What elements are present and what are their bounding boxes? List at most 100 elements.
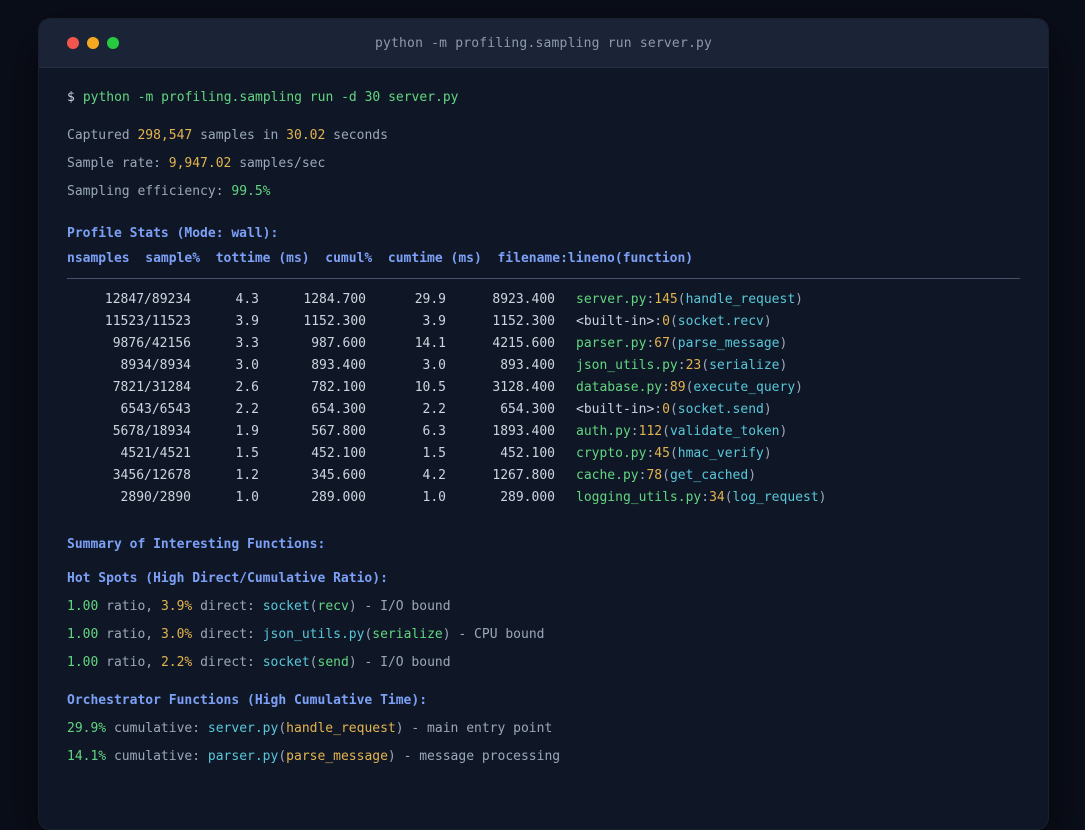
cell-cumtime: 452.100 [500, 446, 555, 461]
cell-tottime: 782.100 [311, 380, 366, 395]
cell-nsamples: 11523/11523 [104, 314, 191, 329]
shell-prompt: $ [67, 90, 75, 105]
function-name: socket.recv [677, 314, 764, 329]
cell-cumtime: 654.300 [500, 402, 555, 417]
line-number: 45 [654, 446, 670, 461]
command-line: $ python -m profiling.sampling run -d 30 … [67, 84, 1020, 112]
maximize-button[interactable] [107, 37, 119, 49]
function-name: hmac_verify [677, 446, 764, 461]
cell-tottime: 345.600 [311, 468, 366, 483]
function-name: parse_message [677, 336, 780, 351]
hot-spots-list: 1.00 ratio, 3.9% direct: socket(recv) - … [67, 593, 1020, 677]
cell-sample_pct: 1.9 [235, 424, 259, 439]
minimize-button[interactable] [87, 37, 99, 49]
cell-tottime: 1284.700 [303, 292, 366, 307]
hot-spots-heading: Hot Spots (High Direct/Cumulative Ratio)… [67, 571, 388, 586]
cell-cumtime: 4215.600 [492, 336, 555, 351]
cell-cumul_pct: 4.2 [422, 468, 446, 483]
cell-nsamples: 9876/42156 [112, 336, 191, 351]
cell-sample_pct: 3.3 [235, 336, 259, 351]
cell-cumul_pct: 3.9 [422, 314, 446, 329]
line-number: 23 [685, 358, 702, 373]
profile-table-row: 3456/12678 1.2 345.600 4.2 1267.800 cache.py:… [67, 465, 1020, 487]
cell-nsamples: 3456/12678 [112, 468, 191, 483]
line-number: 67 [654, 336, 670, 351]
hot-spot-line: 1.00 ratio, 3.9% direct: socket(recv) - … [67, 599, 451, 614]
filename: cache.py [576, 468, 639, 483]
profile-stats-heading: Profile Stats (Mode: wall): [67, 226, 279, 241]
cell-cumul_pct: 3.0 [422, 358, 446, 373]
profile-table-row: 8934/8934 3.0 893.400 3.0 893.400 json_utils.… [67, 355, 1020, 377]
function-name: get_cached [669, 468, 749, 483]
close-button[interactable] [67, 37, 79, 49]
cell-sample_pct: 2.2 [235, 402, 259, 417]
cell-cumtime: 1152.300 [492, 314, 555, 329]
table-columns-header: nsamples sample% tottime (ms) cumul% cum… [67, 251, 694, 266]
profile-table-row: 6543/6543 2.2 654.300 2.2 654.300 <built-in>:… [67, 399, 1020, 421]
profile-table-row: 2890/2890 1.0 289.000 1.0 289.000 logging_uti… [67, 487, 1020, 509]
titlebar[interactable]: python -m profiling.sampling run server.… [39, 19, 1048, 68]
function-name: socket.send [677, 402, 764, 417]
profile-table-row: 11523/11523 3.9 1152.300 3.9 1152.300 <built-… [67, 311, 1020, 333]
profile-table-row: 7821/31284 2.6 782.100 10.5 3128.400 database… [67, 377, 1020, 399]
cell-location: logging_utils.py:34(log_request) [576, 490, 827, 505]
orchestrator-line: 14.1% cumulative: parser.py(parse_messag… [67, 749, 561, 764]
orchestrator-line: 29.9% cumulative: server.py(handle_reque… [67, 721, 553, 736]
cell-sample_pct: 3.0 [235, 358, 259, 373]
profile-table-row: 4521/4521 1.5 452.100 1.5 452.100 crypto.py:4… [67, 443, 1020, 465]
command-text: python -m profiling.sampling run -d 30 s… [82, 90, 459, 105]
desktop-background: { "colors": { "background": "#0a0e19", "… [0, 0, 1085, 830]
filename: logging_utils.py [576, 490, 702, 505]
cell-cumtime: 289.000 [500, 490, 555, 505]
cell-nsamples: 4521/4521 [120, 446, 191, 461]
cell-location: server.py:145(handle_request) [576, 292, 803, 307]
filename: parser.py [576, 336, 647, 351]
cell-cumul_pct: 1.5 [422, 446, 446, 461]
orchestrators-heading: Orchestrator Functions (High Cumulative … [67, 693, 428, 708]
filename: auth.py [576, 424, 631, 439]
filename: server.py [576, 292, 647, 307]
terminal-window: python -m profiling.sampling run server.… [38, 18, 1049, 830]
cell-cumul_pct: 14.1 [414, 336, 446, 351]
function-name: serialize [709, 358, 780, 373]
filename: database.py [576, 380, 663, 395]
cell-location: parser.py:67(parse_message) [576, 336, 788, 351]
filename: <built-in> [576, 402, 655, 417]
cell-cumtime: 893.400 [500, 358, 555, 373]
profile-table-row: 9876/42156 3.3 987.600 14.1 4215.600 parser.p… [67, 333, 1020, 355]
line-number: 0 [662, 314, 670, 329]
cell-location: <built-in>:0(socket.send) [576, 402, 772, 417]
cell-location: crypto.py:45(hmac_verify) [576, 446, 772, 461]
cell-nsamples: 5678/18934 [112, 424, 191, 439]
profile-table-row: 5678/18934 1.9 567.800 6.3 1893.400 auth.py:1… [67, 421, 1020, 443]
cell-tottime: 1152.300 [303, 314, 366, 329]
capture-stats: Captured 298,547 samples in 30.02 second… [67, 122, 1020, 206]
cell-location: <built-in>:0(socket.recv) [576, 314, 772, 329]
cell-tottime: 567.800 [311, 424, 366, 439]
cell-sample_pct: 2.6 [235, 380, 259, 395]
line-number: 89 [669, 380, 686, 395]
line-number: 145 [654, 292, 678, 307]
function-name: validate_token [669, 424, 780, 439]
cell-nsamples: 8934/8934 [120, 358, 191, 373]
filename: <built-in> [576, 314, 655, 329]
hot-spot-line: 1.00 ratio, 2.2% direct: socket(send) - … [67, 655, 451, 670]
cell-tottime: 654.300 [311, 402, 366, 417]
stat-line: Captured 298,547 samples in 30.02 second… [67, 128, 388, 143]
terminal-output[interactable]: $ python -m profiling.sampling run -d 30 … [39, 68, 1048, 795]
cell-location: json_utils.py:23(serialize) [576, 358, 788, 373]
cell-tottime: 893.400 [311, 358, 366, 373]
cell-cumtime: 3128.400 [492, 380, 555, 395]
cell-location: database.py:89(execute_query) [576, 380, 803, 395]
filename: crypto.py [576, 446, 647, 461]
cell-location: auth.py:112(validate_token) [576, 424, 788, 439]
cell-nsamples: 6543/6543 [120, 402, 191, 417]
cell-sample_pct: 1.5 [235, 446, 259, 461]
cell-cumul_pct: 10.5 [414, 380, 446, 395]
cell-cumtime: 1267.800 [492, 468, 555, 483]
cell-cumul_pct: 29.9 [414, 292, 446, 307]
profile-table-row: 12847/89234 4.3 1284.700 29.9 8923.400 server… [67, 289, 1020, 311]
line-number: 0 [662, 402, 670, 417]
cell-nsamples: 7821/31284 [112, 380, 191, 395]
orchestrators-list: 29.9% cumulative: server.py(handle_reque… [67, 715, 1020, 771]
